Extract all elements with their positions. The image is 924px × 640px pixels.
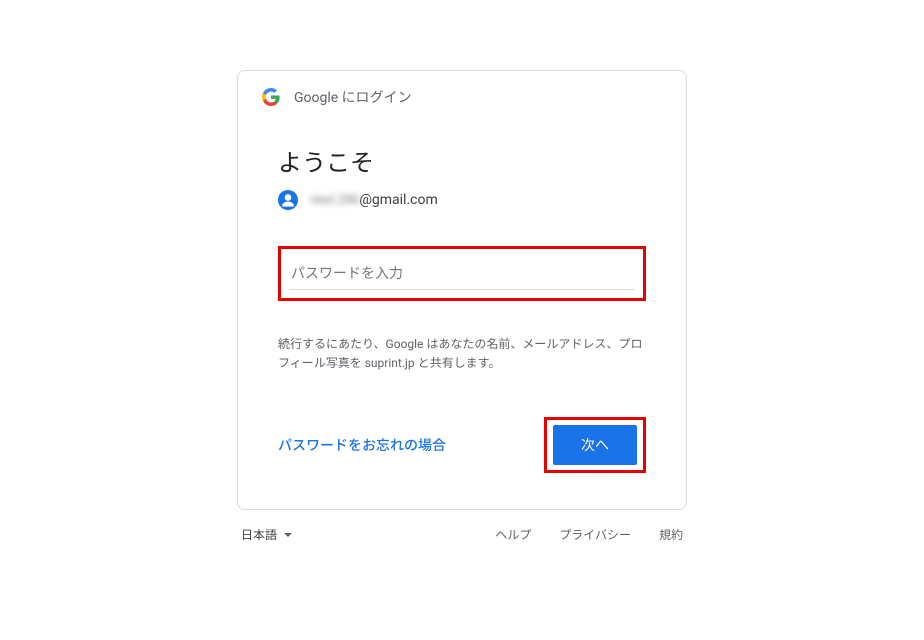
next-button[interactable]: 次へ [553,425,637,465]
email-domain: @gmail.com [359,192,437,208]
disclosure-text: 続行するにあたり、Google はあなたの名前、メールアドレス、プロフィール写真… [278,335,646,373]
welcome-heading: ようこそ [278,143,646,178]
email-local-masked: nisri.286 [310,192,359,208]
avatar-icon [278,190,298,210]
password-highlight-frame [278,246,646,301]
privacy-link[interactable]: プライバシー [559,526,631,543]
actions-row: パスワードをお忘れの場合 次へ [278,417,646,473]
google-logo-icon [262,88,280,106]
password-input[interactable] [289,257,635,290]
signin-card: Google にログイン ようこそ nisri.286@gmail.com 続行… [237,70,687,510]
footer: 日本語 ヘルプ プライバシー 規約 [237,526,687,543]
forgot-password-link[interactable]: パスワードをお忘れの場合 [278,435,446,455]
language-label: 日本語 [241,526,277,543]
card-header: Google にログイン [238,71,686,119]
terms-link[interactable]: 規約 [659,526,683,543]
help-link[interactable]: ヘルプ [495,526,531,543]
account-identifier[interactable]: nisri.286@gmail.com [278,190,646,210]
language-picker[interactable]: 日本語 [241,526,293,543]
next-highlight-frame: 次へ [544,417,646,473]
header-title: Google にログイン [294,87,412,107]
footer-links: ヘルプ プライバシー 規約 [495,526,683,543]
account-email: nisri.286@gmail.com [310,192,438,208]
chevron-down-icon [283,530,293,540]
card-body: ようこそ nisri.286@gmail.com 続行するにあたり、Google… [238,119,686,509]
